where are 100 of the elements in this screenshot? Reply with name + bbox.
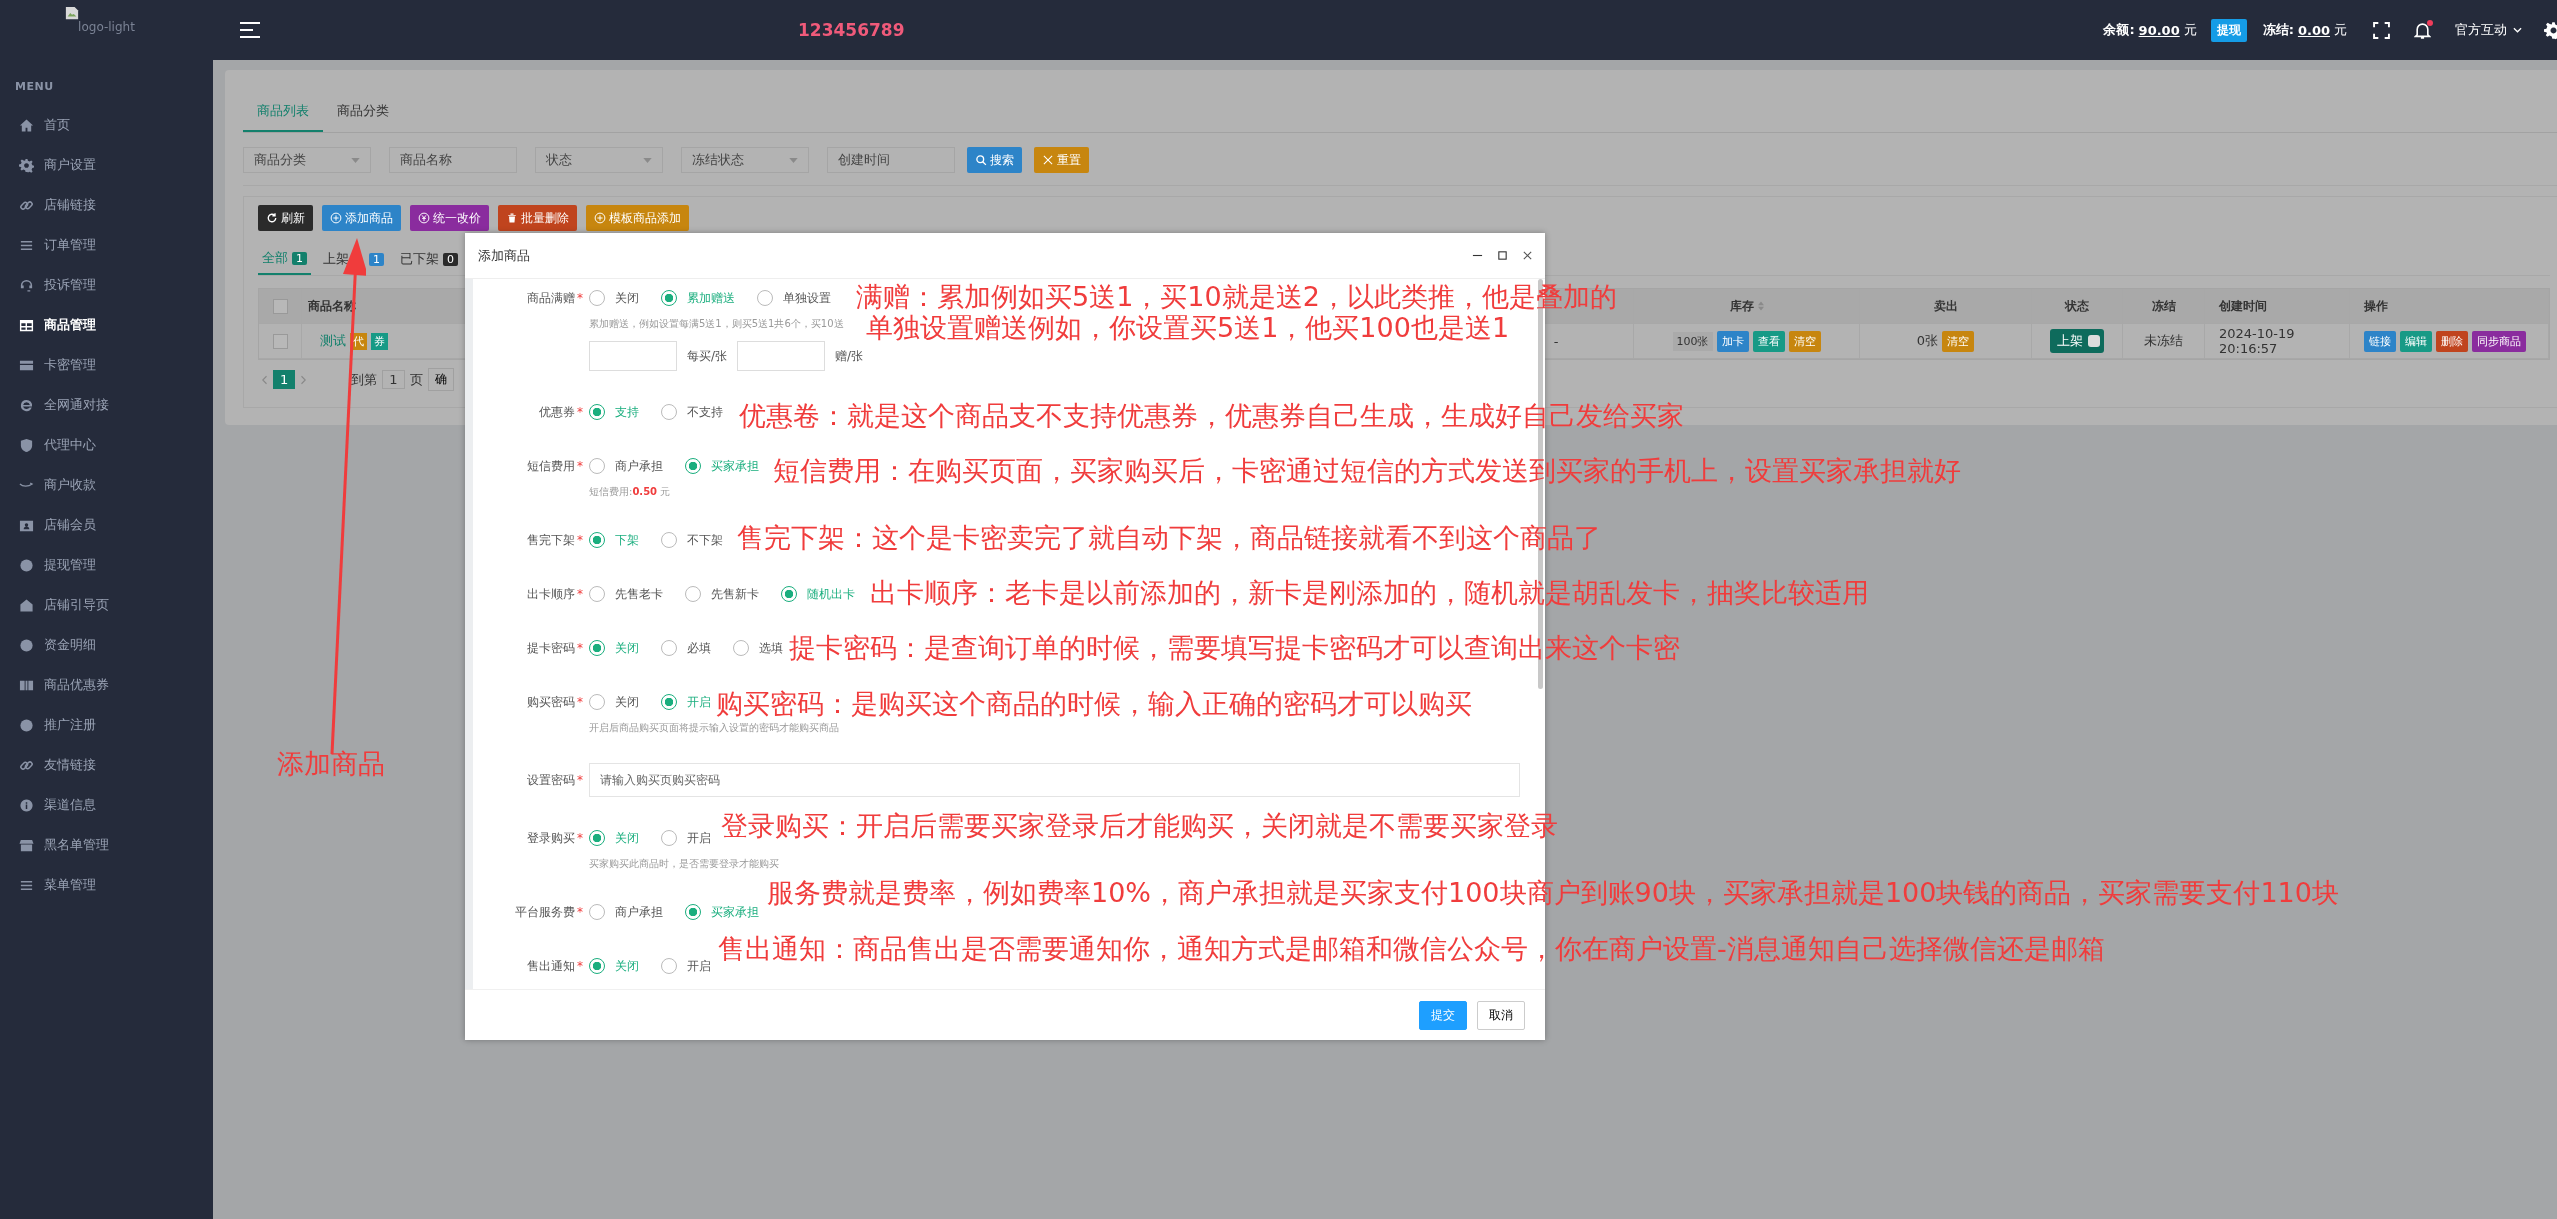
sidebar-item[interactable]: 首页 bbox=[0, 105, 213, 145]
caret-icon bbox=[643, 157, 652, 163]
radio-option[interactable]: 商户承担 bbox=[589, 457, 663, 475]
action-button[interactable]: 同步商品 bbox=[2472, 330, 2526, 352]
stock-action-button[interactable]: 加卡 bbox=[1716, 330, 1749, 352]
radio-option[interactable]: 商户承担 bbox=[589, 903, 663, 921]
radio-option[interactable]: 开启 bbox=[661, 829, 711, 847]
radio-option[interactable]: 先售新卡 bbox=[685, 585, 759, 603]
sidebar-item[interactable]: 菜单管理 bbox=[0, 865, 213, 905]
radio-option[interactable]: 不下架 bbox=[661, 531, 723, 549]
radio-option[interactable]: 关闭 bbox=[589, 829, 639, 847]
sidebar-item[interactable]: 店铺引导页 bbox=[0, 585, 213, 625]
sidebar-item[interactable]: 商户收款 bbox=[0, 465, 213, 505]
toolbar-button[interactable]: 模板商品添加 bbox=[586, 205, 689, 231]
prev-page-icon[interactable] bbox=[262, 374, 268, 385]
user-menu[interactable]: 官方互动 bbox=[2455, 21, 2522, 39]
refresh-icon bbox=[266, 212, 278, 224]
status-tab[interactable]: 已下架 0 bbox=[396, 243, 462, 275]
radio-option[interactable]: 买家承担 bbox=[685, 457, 759, 475]
sidebar-item[interactable]: 商品优惠券 bbox=[0, 665, 213, 705]
radio-option[interactable]: 支持 bbox=[589, 403, 639, 421]
sidebar-item[interactable]: 商品管理 bbox=[0, 305, 213, 345]
sidebar-item[interactable]: 卡密管理 bbox=[0, 345, 213, 385]
input-field[interactable]: 商品名称 bbox=[389, 147, 517, 173]
radio-option[interactable]: 关闭 bbox=[589, 639, 639, 657]
radio-option[interactable]: 买家承担 bbox=[685, 903, 759, 921]
sidebar-item[interactable]: 代理中心 bbox=[0, 425, 213, 465]
frozen-value[interactable]: 0.00 bbox=[2297, 22, 2330, 38]
password-field[interactable]: 请输入购买页购买密码 bbox=[589, 763, 1520, 797]
action-button[interactable]: 链接 bbox=[2364, 330, 2396, 352]
sidebar-item[interactable]: 资金明细 bbox=[0, 625, 213, 665]
sidebar-item[interactable]: 提现管理 bbox=[0, 545, 213, 585]
smile-curve-icon bbox=[19, 482, 34, 488]
tab[interactable]: 商品分类 bbox=[323, 92, 403, 132]
action-button[interactable]: 删除 bbox=[2436, 330, 2468, 352]
radio-option[interactable]: 随机出卡 bbox=[781, 585, 855, 603]
search-button[interactable]: 搜索 bbox=[967, 147, 1022, 173]
radio-option[interactable]: 下架 bbox=[589, 531, 639, 549]
next-page-icon[interactable] bbox=[300, 374, 307, 385]
radio-option[interactable]: 单独设置 bbox=[757, 289, 831, 307]
radio-option[interactable]: 关闭 bbox=[589, 693, 639, 711]
page-number[interactable]: 1 bbox=[273, 370, 296, 389]
radio-option[interactable]: 先售老卡 bbox=[589, 585, 663, 603]
status-switch[interactable]: 上架 bbox=[2050, 329, 2104, 353]
radio-option[interactable]: 开启 bbox=[661, 693, 711, 711]
sidebar-item[interactable]: 投诉管理 bbox=[0, 265, 213, 305]
radio-option[interactable]: 关闭 bbox=[589, 289, 639, 307]
sidebar-item[interactable]: 推广注册 bbox=[0, 705, 213, 745]
close-icon[interactable] bbox=[1522, 250, 1533, 261]
radio-option[interactable]: 选填 bbox=[733, 639, 783, 657]
clear-button[interactable]: 清空 bbox=[1942, 330, 1975, 352]
fullscreen-icon[interactable] bbox=[2373, 21, 2390, 39]
select-field[interactable]: 商品分类 bbox=[243, 147, 371, 173]
table-cell: - bbox=[1553, 333, 1559, 349]
status-tab[interactable]: 上架 1 bbox=[319, 243, 388, 275]
reset-button[interactable]: 重置 bbox=[1034, 147, 1089, 173]
radio-option[interactable]: 开启 bbox=[661, 957, 711, 975]
confirm-button[interactable]: 确 bbox=[427, 368, 454, 391]
menu-icon[interactable] bbox=[240, 22, 260, 38]
select-field[interactable]: 冻结状态 bbox=[681, 147, 809, 173]
input-field[interactable]: 创建时间 bbox=[827, 147, 955, 173]
number-field[interactable] bbox=[589, 341, 677, 371]
sidebar-item[interactable]: 黑名单管理 bbox=[0, 825, 213, 865]
checkbox[interactable] bbox=[272, 333, 288, 349]
caret-icon bbox=[351, 157, 360, 163]
checkbox[interactable] bbox=[272, 298, 288, 314]
stock-action-button[interactable]: 清空 bbox=[1788, 330, 1821, 352]
sidebar-item[interactable]: 商户设置 bbox=[0, 145, 213, 185]
site-name: 123456789 bbox=[798, 20, 905, 40]
page-input[interactable]: 1 bbox=[382, 370, 405, 389]
sidebar-item[interactable]: 友情链接 bbox=[0, 745, 213, 785]
maximize-icon[interactable] bbox=[1497, 250, 1508, 261]
radio-option[interactable]: 关闭 bbox=[589, 957, 639, 975]
bell-icon[interactable] bbox=[2414, 21, 2431, 39]
required-mark: * bbox=[577, 694, 583, 709]
status-tab[interactable]: 全部 1 bbox=[258, 243, 311, 275]
count-badge: 1 bbox=[369, 252, 384, 266]
info-icon bbox=[19, 797, 34, 813]
select-field[interactable]: 状态 bbox=[535, 147, 663, 173]
sidebar-item[interactable]: 店铺链接 bbox=[0, 185, 213, 225]
balance-value[interactable]: 90.00 bbox=[2138, 22, 2180, 38]
toolbar-button[interactable]: 刷新 bbox=[258, 205, 313, 231]
toolbar-button[interactable]: 添加商品 bbox=[322, 205, 401, 231]
action-button[interactable]: 编辑 bbox=[2400, 330, 2432, 352]
toolbar-button[interactable]: 批量删除 bbox=[498, 205, 577, 231]
toolbar-button[interactable]: 统一改价 bbox=[410, 205, 489, 231]
radio-option[interactable]: 必填 bbox=[661, 639, 711, 657]
frozen-label: 冻结: bbox=[2262, 21, 2294, 39]
number-field[interactable] bbox=[737, 341, 826, 371]
sidebar-item[interactable]: 全网通对接 bbox=[0, 385, 213, 425]
stock-action-button[interactable]: 查看 bbox=[1752, 330, 1785, 352]
gear-icon bbox=[19, 157, 34, 173]
sidebar-item[interactable]: 店铺会员 bbox=[0, 505, 213, 545]
radio-option[interactable]: 累加赠送 bbox=[661, 289, 735, 307]
sidebar-item[interactable]: 渠道信息 bbox=[0, 785, 213, 825]
withdraw-button[interactable]: 提现 bbox=[2210, 18, 2247, 42]
cancel-button[interactable]: 取消 bbox=[1477, 1000, 1525, 1030]
sort-icon bbox=[1757, 301, 1764, 311]
sidebar-item[interactable]: 订单管理 bbox=[0, 225, 213, 265]
radio-option[interactable]: 不支持 bbox=[661, 403, 723, 421]
